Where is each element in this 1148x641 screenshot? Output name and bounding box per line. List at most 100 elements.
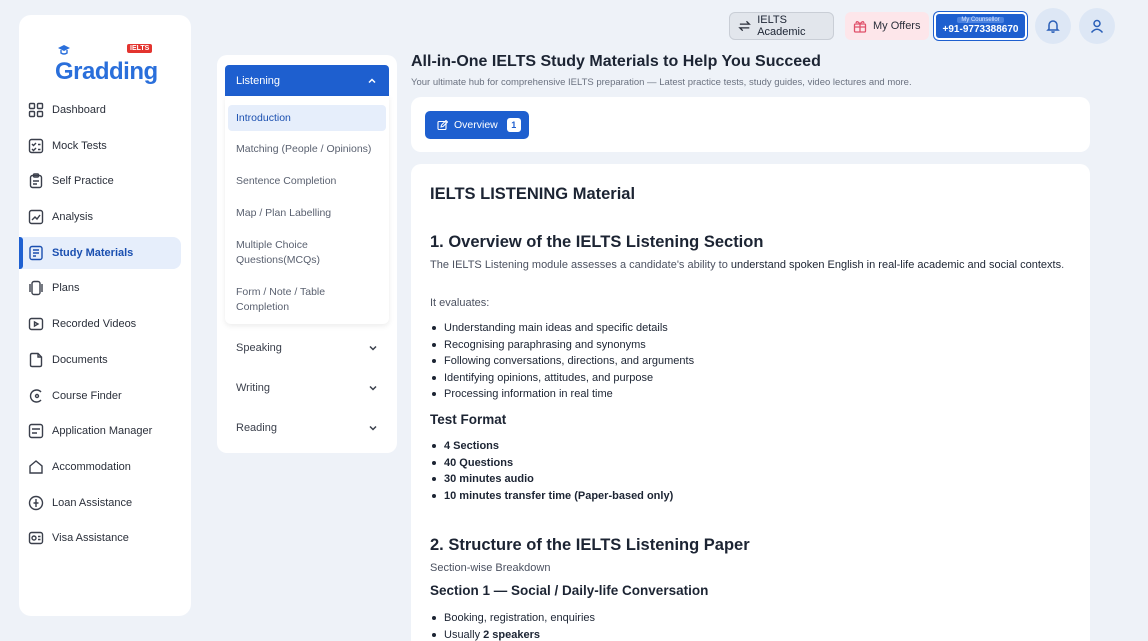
topic-introduction[interactable]: Introduction [228, 105, 386, 131]
brand-name: Gradding [55, 58, 158, 85]
loan-icon [28, 495, 44, 511]
home-icon [28, 459, 44, 475]
sidebar-item-accommodation[interactable]: Accommodation [19, 451, 181, 483]
accordion-header-label: Listening [236, 74, 281, 87]
sidebar-item-label: Loan Assistance [52, 496, 133, 509]
sidebar-item-label: Dashboard [52, 104, 106, 116]
accordion-section-writing[interactable]: Writing [236, 382, 378, 394]
offers-label: My Offers [873, 20, 921, 32]
list-item: Recognising paraphrasing and synonyms [430, 337, 694, 354]
topic-sentence-completion[interactable]: Sentence Completion [228, 174, 386, 189]
sidebar-item-documents[interactable]: Documents [19, 344, 181, 376]
grid-icon [28, 102, 44, 118]
section-2-heading: 2. Structure of the IELTS Listening Pape… [430, 536, 750, 554]
chart-icon [28, 209, 44, 225]
sidebar-item-application-manager[interactable]: Application Manager [19, 415, 181, 447]
list-item: Identifying opinions, attitudes, and pur… [430, 370, 694, 387]
sidebar-item-label: Study Materials [52, 246, 134, 259]
list-item-text: Usually [444, 628, 484, 641]
sidebar-nav: Dashboard Mock Tests Self Practice Analy… [19, 94, 191, 558]
topic-form-note-table[interactable]: Form / Note / Table Completion [228, 285, 386, 315]
test-format-list: 4 Sections 40 Questions 30 minutes audio… [430, 438, 673, 504]
list-item: Following conversations, directions, and… [430, 353, 694, 370]
passport-icon [28, 530, 44, 546]
list-item: Understanding main ideas and specific de… [430, 320, 694, 337]
graduation-cap-icon [58, 45, 70, 55]
sidebar-item-loan-assistance[interactable]: Loan Assistance [19, 487, 181, 519]
breakdown-text: Section-wise Breakdown [430, 562, 551, 574]
overview-label: Overview [454, 119, 498, 131]
ielts-academic-selector[interactable]: IELTS Academic [729, 12, 834, 40]
section-label: Reading [236, 422, 277, 434]
topics-accordion: Listening Introduction Matching (People … [217, 55, 397, 453]
gradding-logo[interactable]: Gradding IELTS [55, 42, 158, 92]
counsellor-phone: +91-9773388670 [942, 24, 1019, 35]
evaluates-list: Understanding main ideas and specific de… [430, 320, 694, 403]
sidebar-item-label: Documents [52, 353, 108, 366]
brand-badge: IELTS [127, 44, 153, 53]
sidebar-item-plans[interactable]: Plans [19, 272, 181, 304]
overview-count-badge: 1 [506, 118, 521, 132]
list-item-emphasis: 2 speakers [483, 628, 541, 641]
section-label: Writing [236, 382, 271, 394]
overview-tab[interactable]: Overview 1 [425, 111, 529, 139]
page-subtitle: Your ultimate hub for comprehensive IELT… [411, 77, 912, 88]
material-content: IELTS LISTENING Material 1. Overview of … [411, 164, 1090, 641]
topic-map-plan-labelling[interactable]: Map / Plan Labelling [228, 206, 386, 221]
sidebar-item-label: Accommodation [52, 460, 131, 473]
page-title: All-in-One IELTS Study Materials to Help… [411, 53, 821, 70]
gift-icon [853, 21, 867, 33]
sidebar-item-analysis[interactable]: Analysis [19, 201, 181, 233]
list-item: 10 minutes transfer time (Paper-based on… [430, 488, 673, 505]
section-label: Speaking [236, 342, 282, 354]
listening-topic-list: Introduction Matching (People / Opinions… [225, 96, 389, 324]
material-title: IELTS LISTENING Material [430, 185, 636, 203]
sidebar-item-label: Application Manager [52, 425, 153, 438]
topic-multiple-choice[interactable]: Multiple Choice Questions(MCQs) [228, 238, 386, 268]
section-1-subheading: Section 1 — Social / Daily-life Conversa… [430, 583, 709, 598]
chevron-up-icon [368, 77, 376, 83]
section-1-heading: 1. Overview of the IELTS Listening Secti… [430, 233, 764, 251]
bell-icon [1046, 20, 1060, 33]
accordion-section-speaking[interactable]: Speaking [236, 342, 378, 354]
edit-icon [437, 119, 448, 130]
sidebar-item-label: Self Practice [52, 175, 114, 188]
paragraph-end: . [1061, 259, 1065, 271]
overview-card: Overview 1 [411, 97, 1090, 152]
counsellor-label: My Counsellor [957, 17, 1004, 23]
sidebar-item-study-materials[interactable]: Study Materials [19, 236, 181, 269]
my-counsellor-button[interactable]: My Counsellor +91-9773388670 [934, 12, 1027, 40]
academic-label: IELTS Academic [757, 14, 806, 38]
list-item: 30 minutes audio [430, 471, 673, 488]
paragraph-text: The IELTS Listening module assesses a ca… [430, 259, 731, 271]
evaluates-text: It evaluates: [430, 297, 490, 309]
profile-button[interactable] [1079, 8, 1115, 44]
sidebar-item-label: Course Finder [52, 389, 122, 402]
my-offers-button[interactable]: My Offers [845, 12, 929, 40]
sidebar-item-visa-assistance[interactable]: Visa Assistance [19, 522, 181, 554]
sidebar-item-course-finder[interactable]: Course Finder [19, 380, 181, 412]
sidebar-item-self-practice[interactable]: Self Practice [19, 165, 181, 197]
list-item: 4 Sections [430, 438, 673, 455]
clipboard-icon [28, 173, 44, 189]
sidebar-item-recorded-videos[interactable]: Recorded Videos [19, 308, 181, 340]
sidebar-item-label: Visa Assistance [52, 532, 129, 545]
topic-matching[interactable]: Matching (People / Opinions) [228, 142, 386, 157]
paragraph-emphasis: understand spoken English in real-life a… [730, 259, 1062, 271]
notifications-button[interactable] [1035, 8, 1071, 44]
documents-icon [28, 352, 44, 368]
sidebar-item-mock-tests[interactable]: Mock Tests [19, 130, 181, 162]
swap-icon [738, 20, 751, 32]
sidebar: Gradding IELTS Dashboard Mock Tests Self… [19, 15, 191, 616]
accordion-header-listening[interactable]: Listening [225, 65, 389, 96]
chevron-down-icon [369, 385, 377, 391]
sidebar-item-label: Recorded Videos [52, 318, 137, 331]
video-icon [28, 316, 44, 332]
chevron-down-icon [369, 345, 377, 351]
section-1-paragraph: The IELTS Listening module assesses a ca… [430, 257, 1070, 273]
sidebar-item-label: Plans [52, 282, 80, 295]
sidebar-item-dashboard[interactable]: Dashboard [19, 94, 181, 126]
chevron-down-icon [369, 425, 377, 431]
list-item: 40 Questions [430, 455, 673, 472]
accordion-section-reading[interactable]: Reading [236, 422, 378, 434]
